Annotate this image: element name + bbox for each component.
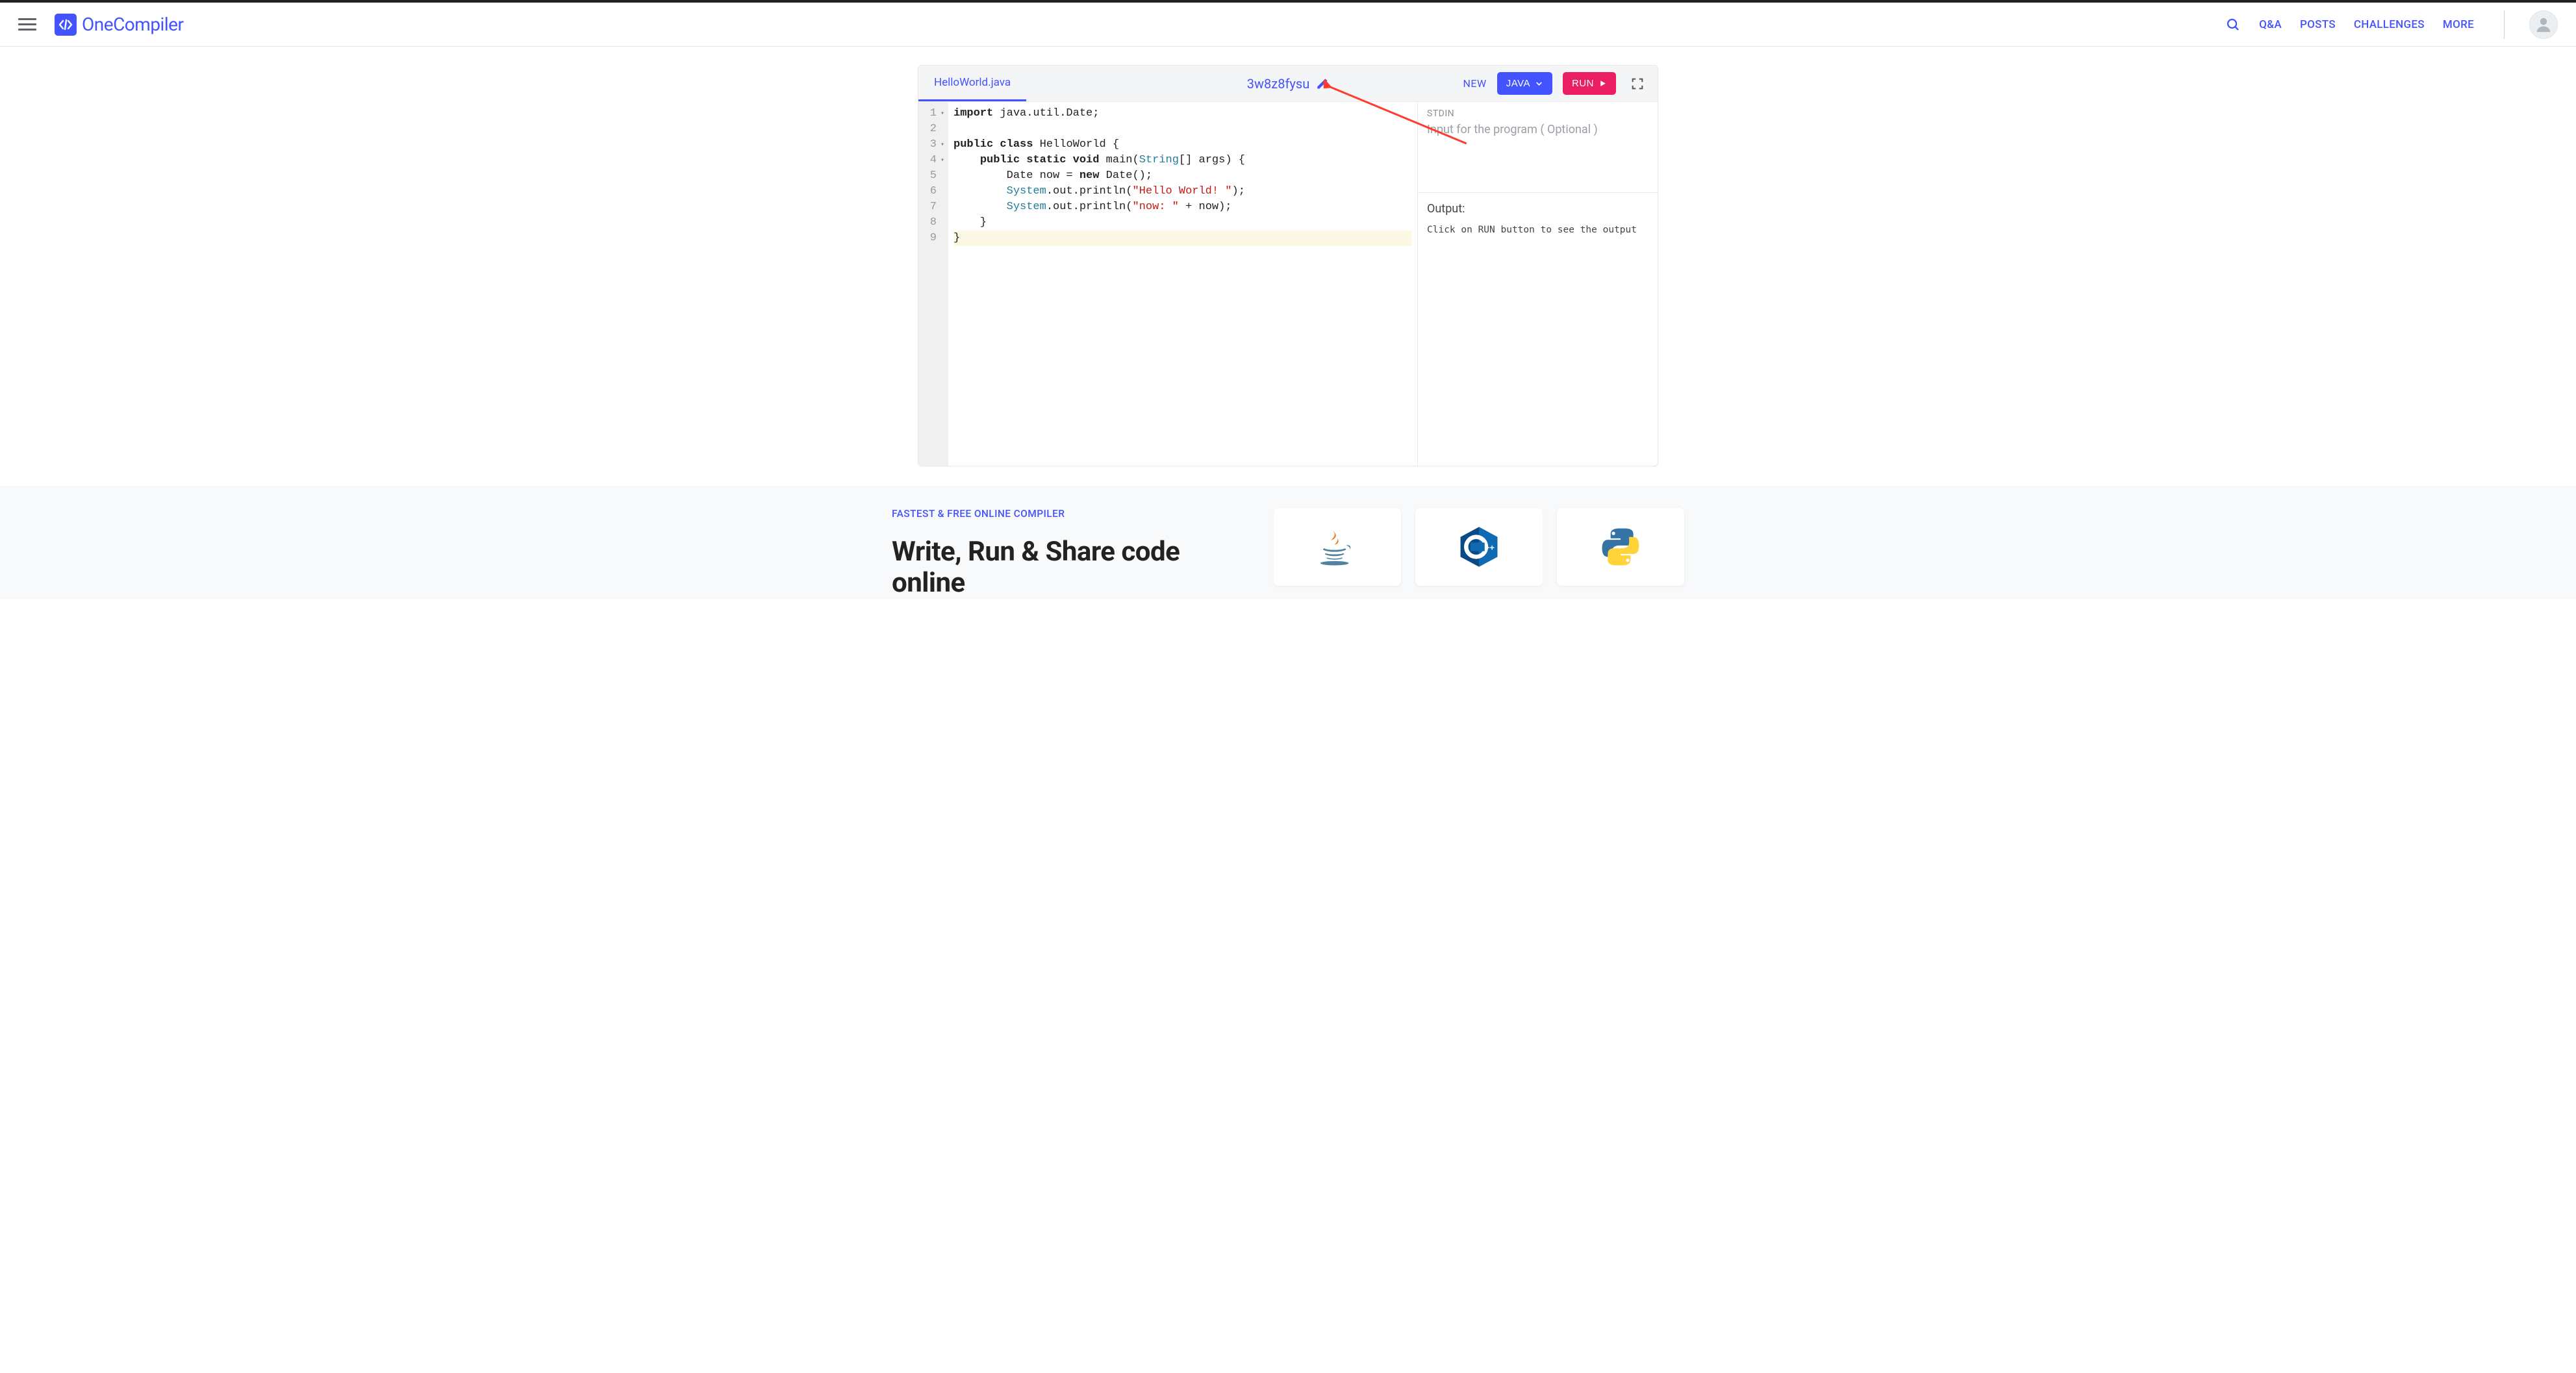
top-nav-links: Q&A POSTS CHALLENGES MORE	[2225, 10, 2558, 39]
compiler-panel: HelloWorld.java 3w8z8fysu NEW JAVA RUN	[918, 65, 1658, 466]
file-tab[interactable]: HelloWorld.java	[918, 66, 1026, 101]
divider	[2504, 10, 2505, 39]
nav-challenges[interactable]: CHALLENGES	[2354, 18, 2425, 31]
brand-name: OneCompiler	[82, 14, 184, 35]
language-label: JAVA	[1506, 78, 1530, 89]
line-number: 1	[918, 106, 944, 121]
code-line[interactable]: import java.util.Date;	[953, 106, 1412, 121]
cpp-icon: ++	[1456, 524, 1502, 570]
stdin-label: STDIN	[1427, 108, 1648, 119]
brand-badge	[55, 14, 77, 36]
java-icon	[1315, 524, 1360, 570]
code-line[interactable]: System.out.println("Hello World! ");	[953, 184, 1412, 199]
headline: Write, Run & Share code online	[892, 536, 1248, 599]
lang-card-python[interactable]	[1557, 508, 1684, 586]
code-line[interactable]: System.out.println("now: " + now);	[953, 199, 1412, 215]
user-avatar[interactable]	[2529, 10, 2558, 39]
line-number: 5	[918, 168, 944, 184]
language-select-button[interactable]: JAVA	[1497, 72, 1552, 95]
top-navbar: OneCompiler Q&A POSTS CHALLENGES MORE	[0, 3, 2576, 47]
code-line[interactable]: public static void main(String[] args) {	[953, 153, 1412, 168]
new-link[interactable]: NEW	[1463, 77, 1487, 90]
file-tab-label: HelloWorld.java	[934, 76, 1011, 89]
snippet-id[interactable]: 3w8z8fysu	[1247, 76, 1309, 92]
panel-header: HelloWorld.java 3w8z8fysu NEW JAVA RUN	[918, 66, 1658, 102]
python-icon	[1598, 524, 1643, 570]
code-line[interactable]	[953, 121, 1412, 137]
line-number: 2	[918, 121, 944, 137]
stdin-input[interactable]	[1427, 123, 1648, 164]
nav-more[interactable]: MORE	[2443, 18, 2474, 31]
tagline: FASTEST & FREE ONLINE COMPILER	[892, 508, 1248, 520]
line-number: 4	[918, 153, 944, 168]
line-number: 3	[918, 137, 944, 153]
code-area[interactable]: import java.util.Date; public class Hello…	[948, 102, 1417, 466]
io-panel: STDIN Output: Click on RUN button to see…	[1417, 102, 1658, 466]
lang-card-cpp[interactable]: ++	[1415, 508, 1543, 586]
brand-logo[interactable]: OneCompiler	[55, 14, 184, 36]
edit-icon[interactable]	[1316, 77, 1329, 90]
line-number: 8	[918, 215, 944, 231]
line-number: 7	[918, 199, 944, 215]
line-number: 6	[918, 184, 944, 199]
code-line[interactable]: public class HelloWorld {	[953, 137, 1412, 153]
code-line[interactable]: }	[953, 231, 1412, 246]
line-gutter: 123456789	[918, 102, 948, 466]
run-label: RUN	[1572, 78, 1594, 89]
nav-posts[interactable]: POSTS	[2300, 18, 2336, 31]
svg-text:++: ++	[1485, 542, 1495, 552]
output-text: Click on RUN button to see the output	[1427, 225, 1648, 235]
search-icon[interactable]	[2225, 17, 2241, 32]
chevron-down-icon	[1535, 79, 1543, 88]
menu-icon[interactable]	[18, 16, 36, 34]
line-number: 9	[918, 231, 944, 246]
lang-card-java[interactable]	[1274, 508, 1401, 586]
output-label: Output:	[1427, 202, 1648, 216]
play-icon	[1598, 79, 1607, 88]
code-editor[interactable]: 123456789 import java.util.Date; public c…	[918, 102, 1417, 466]
code-line[interactable]: }	[953, 215, 1412, 231]
nav-qa[interactable]: Q&A	[2259, 18, 2282, 31]
run-button[interactable]: RUN	[1563, 72, 1616, 95]
fullscreen-icon[interactable]	[1630, 77, 1645, 91]
code-line[interactable]: Date now = new Date();	[953, 168, 1412, 184]
